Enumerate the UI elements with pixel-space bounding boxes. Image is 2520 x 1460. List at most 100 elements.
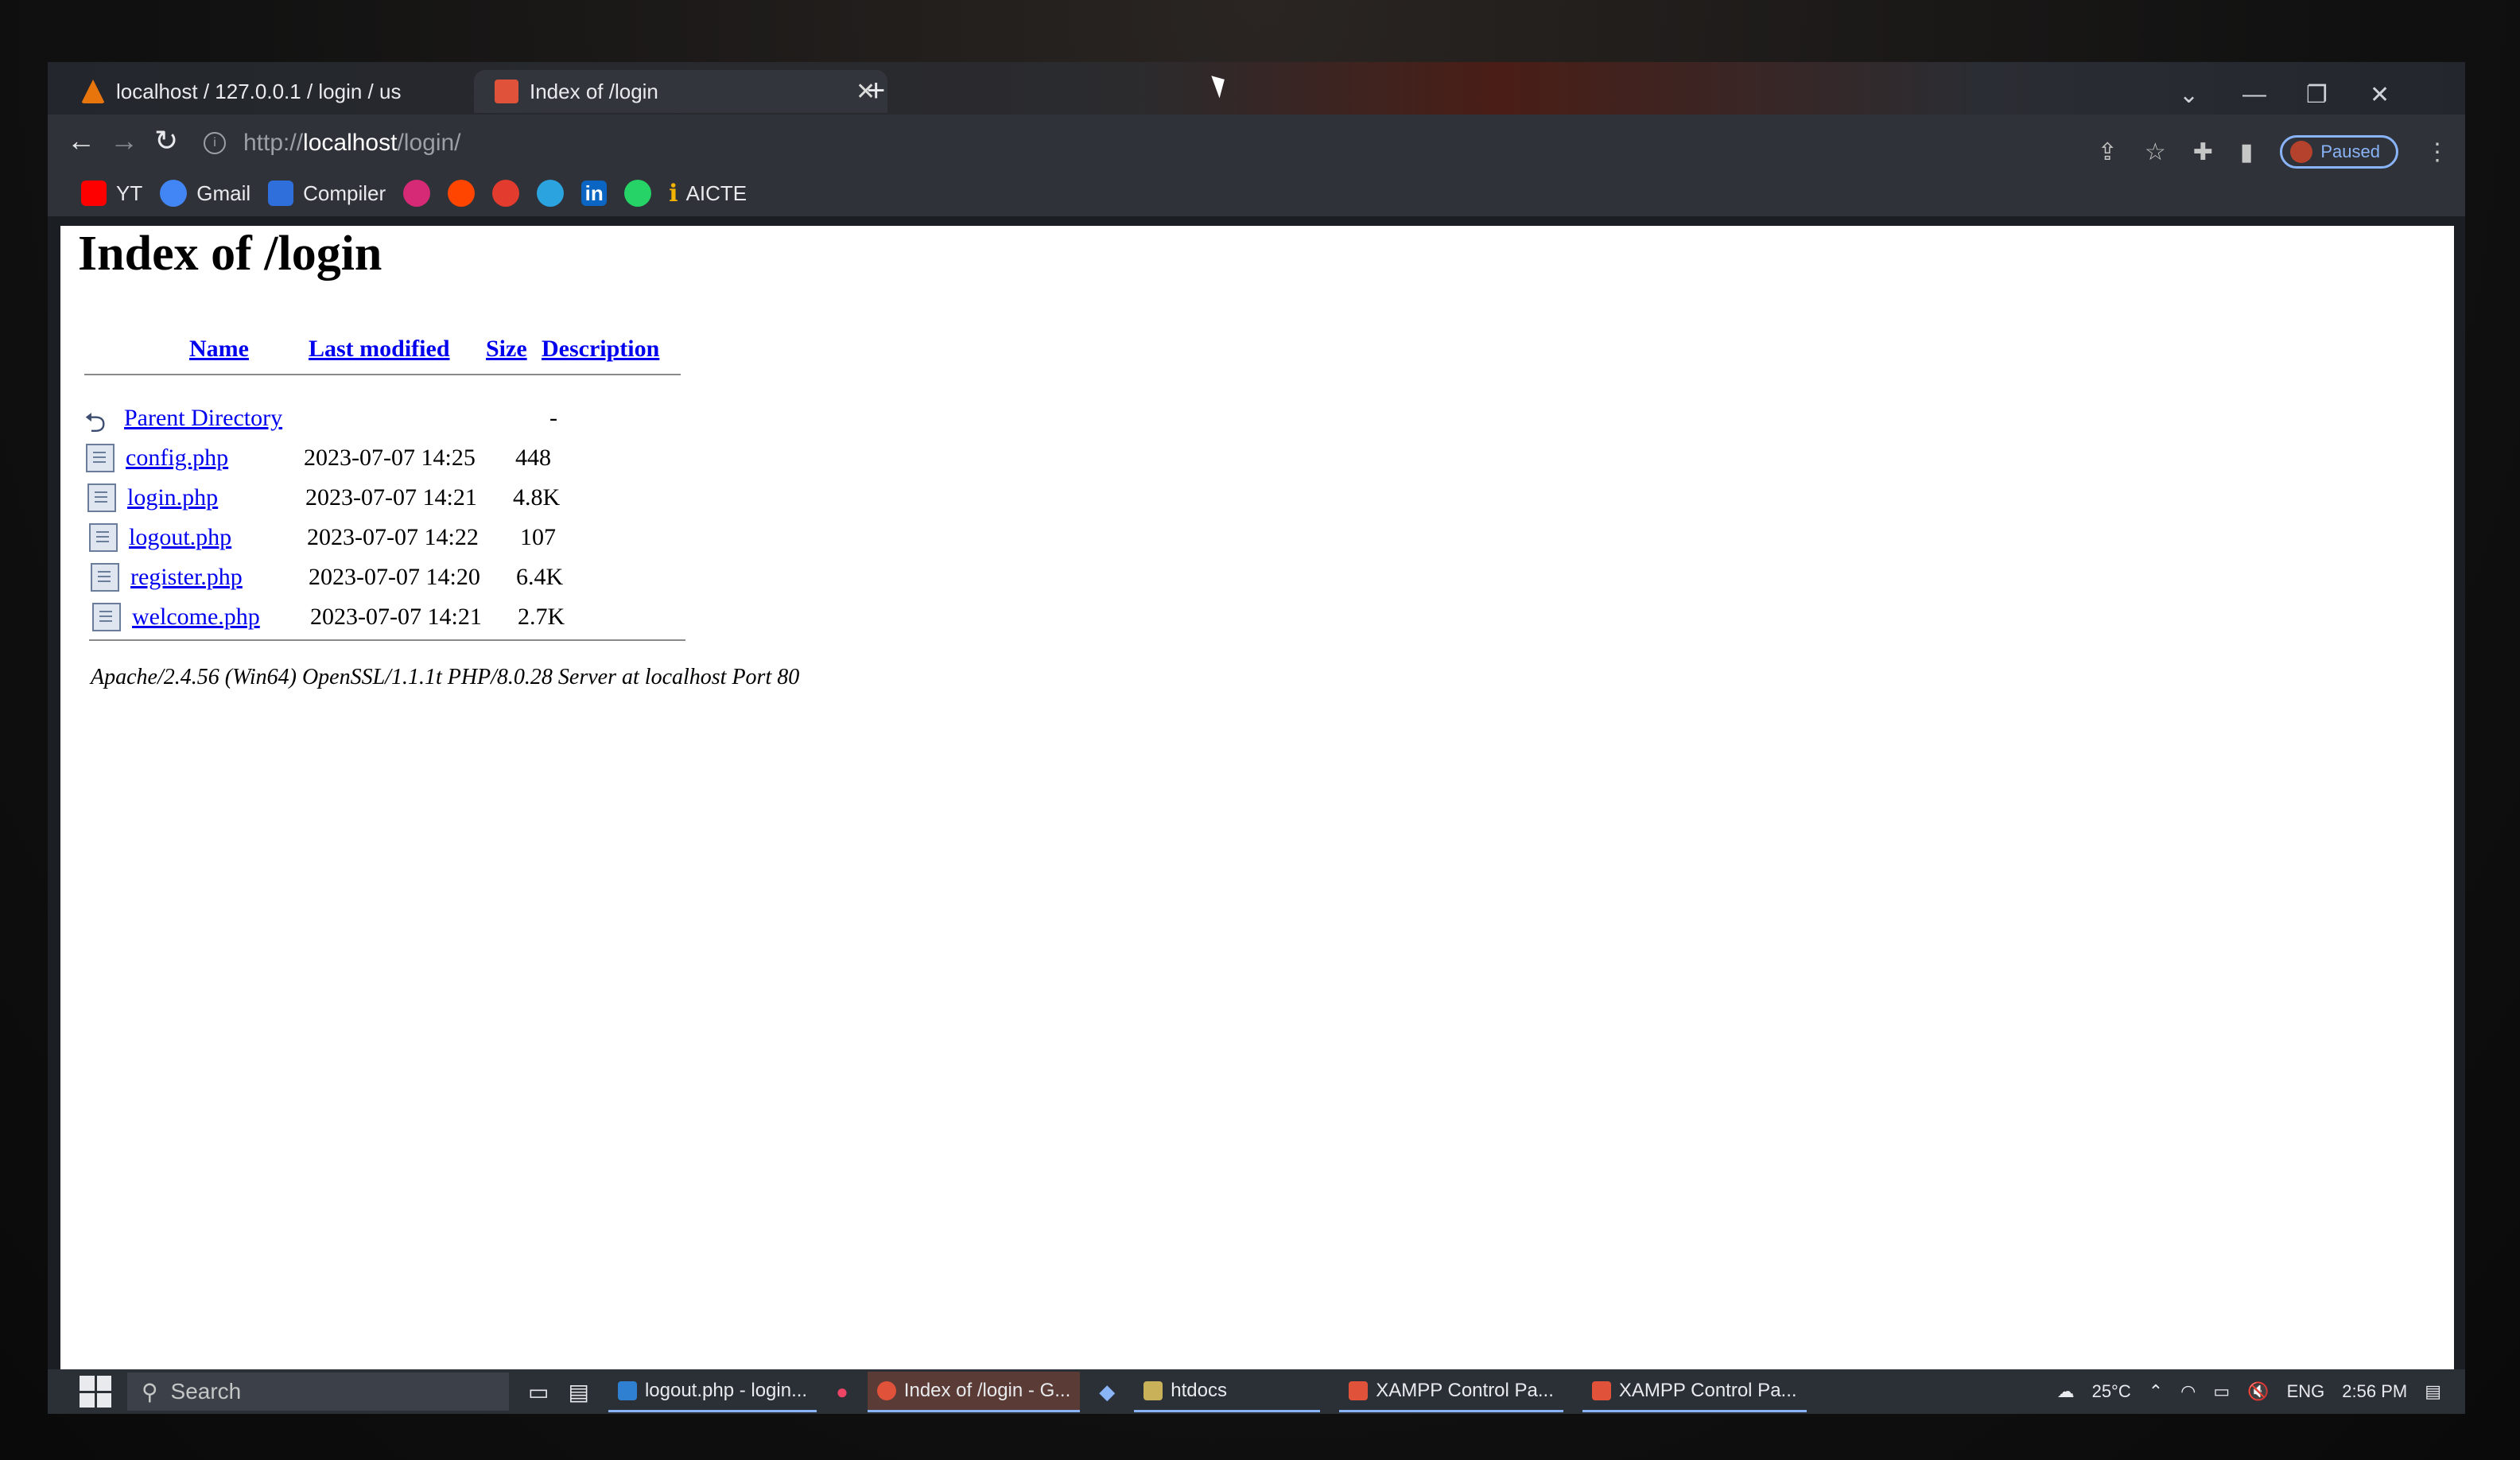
chevron-down-icon[interactable]: ⌄ — [2179, 81, 2199, 109]
close-window-icon[interactable]: ✕ — [2370, 81, 2390, 109]
bookmark-linkedin[interactable]: in — [581, 181, 608, 206]
size-value: 6.4K — [516, 564, 564, 590]
avatar — [2290, 141, 2313, 163]
search-placeholder: Search — [170, 1379, 242, 1404]
tab-phpmyadmin[interactable]: localhost / 127.0.0.1 / login / us ✕ — [81, 70, 495, 113]
tab-index-of-login[interactable]: Index of /login ✕ — [474, 70, 887, 113]
bookmarks-bar: YT Gmail Compiler in ℹ AICTE — [48, 170, 2465, 216]
sort-description-link[interactable]: Description — [542, 336, 659, 363]
file-icon — [91, 563, 119, 592]
back-icon[interactable]: ← — [67, 124, 95, 157]
taskbar-item-htdocs[interactable]: htdocs — [1134, 1372, 1321, 1412]
file-icon — [92, 603, 121, 631]
telegram-icon — [537, 180, 565, 207]
forward-icon[interactable]: → — [110, 124, 138, 157]
modified-date: 2023-07-07 14:25 — [304, 445, 476, 471]
reload-icon[interactable]: ↻ — [154, 124, 178, 157]
taskbar-label: XAMPP Control Pa... — [1376, 1379, 1554, 1401]
bookmark-reddit[interactable] — [448, 180, 476, 207]
taskbar-item-xampp-2[interactable]: XAMPP Control Pa... — [1582, 1372, 1807, 1412]
whatsapp-icon — [624, 180, 652, 207]
file-link-config[interactable]: config.php — [126, 445, 228, 472]
browser-window: localhost / 127.0.0.1 / login / us ✕ Ind… — [48, 62, 2465, 1414]
file-link-register[interactable]: register.php — [130, 564, 243, 591]
app-icon[interactable]: ● — [836, 1380, 848, 1404]
battery-icon[interactable]: ▭ — [2213, 1381, 2230, 1402]
search-icon: ⚲ — [142, 1379, 158, 1404]
bookmark-instagram[interactable] — [403, 180, 431, 207]
youtube-icon — [81, 181, 107, 206]
url-field[interactable]: i http:// localhost /login/ — [204, 126, 461, 161]
star-icon[interactable]: ☆ — [2145, 138, 2166, 166]
info-icon[interactable]: i — [204, 132, 226, 154]
file-icon — [87, 483, 116, 512]
back-folder-icon: ⮌ — [84, 409, 107, 438]
temperature[interactable]: 25°C — [2092, 1381, 2131, 1402]
system-tray: ☁ 25°C ⌃ ◠ ▭ 🔇 ENG 2:56 PM ▤ — [2057, 1381, 2441, 1402]
new-tab-button[interactable]: + — [867, 73, 885, 109]
file-row: config.php 2023-07-07 14:25 448 — [86, 442, 551, 474]
file-icon — [86, 444, 115, 472]
share-icon[interactable]: ⇪ — [2098, 138, 2118, 166]
taskbar-item-vscode[interactable]: logout.php - login... — [608, 1372, 817, 1412]
divider — [89, 639, 685, 641]
bookmark-gmail[interactable]: Gmail — [160, 180, 250, 207]
weather-icon[interactable]: ☁ — [2057, 1381, 2075, 1402]
taskbar-search[interactable]: ⚲ Search — [127, 1373, 509, 1411]
file-manager-icon[interactable]: ▤ — [568, 1379, 588, 1405]
sort-name-link[interactable]: Name — [189, 336, 249, 363]
menu-icon[interactable]: ⋮ — [2425, 138, 2449, 166]
tab-strip: localhost / 127.0.0.1 / login / us ✕ Ind… — [48, 62, 2465, 115]
parent-directory-row: ⮌ Parent Directory - — [84, 402, 557, 438]
vscode-icon — [617, 1380, 637, 1400]
sort-last-modified-link[interactable]: Last modified — [309, 336, 450, 363]
minimize-icon[interactable]: — — [2242, 81, 2266, 108]
bookmark-c[interactable] — [492, 180, 520, 207]
size-value: 107 — [520, 524, 556, 550]
taskbar-label: XAMPP Control Pa... — [1618, 1379, 1797, 1401]
wifi-icon[interactable]: ◠ — [2180, 1381, 2196, 1402]
mute-icon[interactable]: 🔇 — [2247, 1381, 2269, 1402]
file-row: login.php 2023-07-07 14:21 4.8K — [87, 482, 560, 514]
modified-date: 2023-07-07 14:20 — [309, 564, 480, 590]
extensions-icon[interactable]: ✚ — [2193, 138, 2213, 166]
task-view-icon[interactable]: ▭ — [528, 1379, 549, 1405]
restore-icon[interactable]: ❐ — [2306, 81, 2328, 109]
c-icon — [492, 180, 520, 207]
file-row: register.php 2023-07-07 14:20 6.4K — [91, 561, 563, 593]
file-link-welcome[interactable]: welcome.php — [132, 604, 260, 631]
bookmark-aicte[interactable]: ℹ AICTE — [669, 180, 747, 208]
side-panel-icon[interactable]: ▮ — [2240, 138, 2254, 166]
url-host: localhost — [303, 130, 398, 156]
toolbar-right: ⇪ ☆ ✚ ▮ Paused ⋮ — [2098, 135, 2449, 169]
notification-icon[interactable]: ▤ — [2425, 1381, 2441, 1402]
modified-date: 2023-07-07 14:22 — [307, 524, 479, 550]
size-value: 448 — [515, 445, 551, 471]
xampp-icon — [1591, 1380, 1611, 1400]
page-content: Index of /login Name Last modified Size … — [60, 226, 2454, 1414]
profile-button[interactable]: Paused — [2280, 135, 2398, 169]
taskbar-item-chrome[interactable]: Index of /login - G... — [867, 1371, 1081, 1412]
windows-start-icon[interactable] — [80, 1376, 111, 1408]
file-link-login[interactable]: login.php — [127, 484, 218, 511]
bookmark-yt[interactable]: YT — [81, 181, 142, 206]
url-path: /login/ — [397, 130, 461, 156]
file-link-logout[interactable]: logout.php — [129, 524, 231, 551]
bookmark-compiler[interactable]: Compiler — [268, 181, 386, 206]
bookmark-whatsapp[interactable] — [624, 180, 652, 207]
size-value: 2.7K — [518, 604, 565, 630]
url-scheme: http:// — [243, 130, 304, 156]
tab-title: Index of /login — [530, 79, 658, 103]
bookmark-label: YT — [116, 181, 143, 205]
chevron-up-icon[interactable]: ⌃ — [2149, 1381, 2163, 1402]
modified-date: 2023-07-07 14:21 — [305, 484, 477, 511]
bookmark-telegram[interactable] — [537, 180, 565, 207]
parent-directory-link[interactable]: Parent Directory — [124, 405, 282, 432]
clock[interactable]: 2:56 PM — [2342, 1381, 2407, 1402]
language-indicator[interactable]: ENG — [2287, 1381, 2325, 1402]
app-icon[interactable]: ◆ — [1099, 1380, 1115, 1404]
taskbar: ⚲ Search ▭ ▤ logout.php - login... ● Ind… — [48, 1369, 2465, 1414]
linkedin-icon: in — [581, 181, 608, 206]
sort-size-link[interactable]: Size — [486, 336, 527, 363]
taskbar-item-xampp-1[interactable]: XAMPP Control Pa... — [1339, 1372, 1563, 1412]
